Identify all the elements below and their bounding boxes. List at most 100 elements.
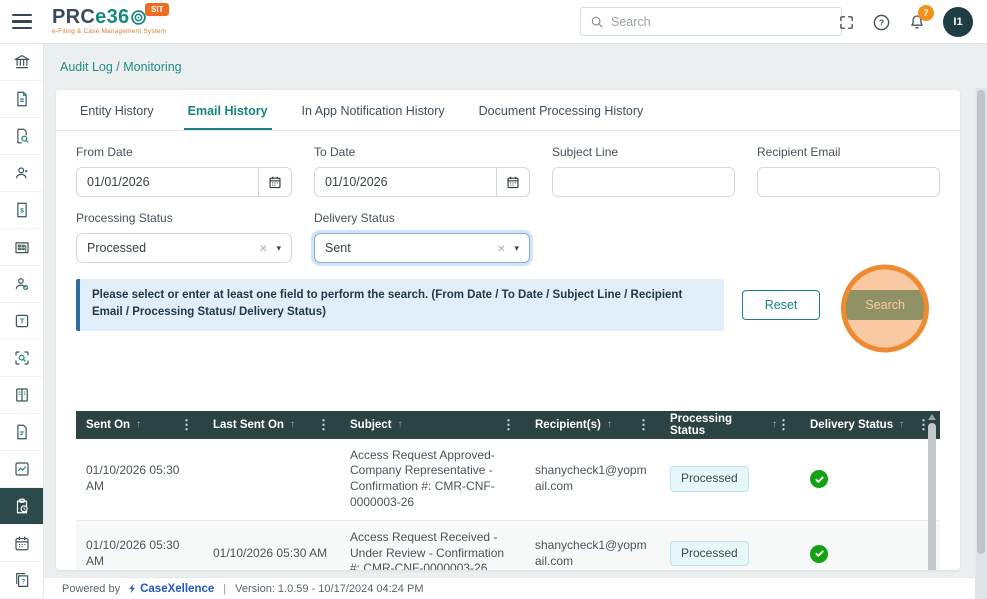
casexellence-brand: CaseXellence (140, 582, 215, 595)
processing-status-chip: Processed (670, 466, 749, 493)
sidebar-item-ledger[interactable] (0, 377, 43, 414)
document-icon (16, 91, 27, 107)
sidebar-item-templates[interactable]: T (0, 303, 43, 340)
sort-asc-icon[interactable]: ↑ (398, 419, 403, 430)
audit-log-card: Entity History Email History In App Noti… (56, 90, 960, 570)
to-date-label: To Date (314, 145, 356, 159)
notifications-bell-icon[interactable]: 7 (908, 5, 934, 31)
search-button[interactable]: Search (846, 289, 924, 320)
cell-subject: Access Request Approved- Company Represe… (350, 447, 495, 509)
col-delivery-status[interactable]: Delivery Status (810, 419, 893, 431)
svg-text:?: ? (879, 17, 884, 27)
version-text: Version: 1.0.59 - 10/17/2024 04:24 PM (235, 582, 424, 595)
organization-icon (14, 242, 29, 254)
invoice-icon: $ (16, 202, 27, 218)
sidebar-item-invoices[interactable]: $ (0, 192, 43, 229)
sidebar-item-user-verification[interactable] (0, 266, 43, 303)
column-menu-icon[interactable]: ⋮ (317, 417, 330, 433)
footer: Powered by CaseXellence | Version: 1.0.5… (44, 577, 975, 599)
sidebar-item-users[interactable] (0, 155, 43, 192)
col-subject[interactable]: Subject (350, 419, 392, 431)
processing-status-select[interactable]: Processed × ▾ (76, 233, 292, 263)
logo-tagline: e-Filing & Case Management System (52, 28, 167, 36)
from-date-calendar-icon[interactable] (258, 168, 291, 196)
audit-log-clipboard-clock-icon (16, 498, 28, 514)
header-actions: ? 7 I1 (838, 0, 973, 44)
user-avatar[interactable]: I1 (943, 7, 973, 37)
sidebar-item-scan-search[interactable] (0, 340, 43, 377)
table-body: 01/10/2026 05:30 AM Access Request Appro… (76, 438, 940, 570)
to-date-input[interactable] (315, 175, 496, 189)
sidebar-item-documents[interactable] (0, 81, 43, 118)
tab-document-processing-history[interactable]: Document Processing History (475, 90, 648, 130)
sidebar-item-help[interactable]: ? (0, 562, 43, 599)
tab-in-app-notification-history[interactable]: In App Notification History (298, 90, 449, 130)
col-recipients[interactable]: Recipient(s) (535, 419, 601, 431)
sort-asc-icon[interactable]: ↑ (607, 419, 612, 430)
sidebar-item-analytics[interactable] (0, 451, 43, 488)
sidebar-item-calendar[interactable] (0, 525, 43, 562)
logo-text-prc: PRC (52, 6, 96, 29)
svg-text:?: ? (21, 578, 25, 585)
delivery-status-select[interactable]: Sent × ▾ (314, 233, 530, 263)
top-header: PRC e36 e-Filing & Case Management System… (0, 0, 987, 44)
sidebar-item-audit-log[interactable] (0, 488, 43, 525)
users-icon (15, 167, 27, 179)
col-processing-status[interactable]: Processing Status (670, 413, 766, 437)
sidebar-item-organization[interactable] (0, 229, 43, 266)
sidebar-item-reports[interactable] (0, 414, 43, 451)
recipient-email-label: Recipient Email (757, 145, 841, 159)
delivery-sent-check-icon (810, 470, 828, 489)
info-alert: Please select or enter at least one fiel… (76, 279, 724, 331)
institution-icon (14, 55, 29, 69)
scan-search-icon (14, 351, 29, 365)
processing-status-label: Processing Status (76, 211, 173, 225)
help-icon[interactable]: ? (872, 13, 891, 32)
recipient-email-field: Recipient Email (757, 145, 940, 197)
column-menu-icon[interactable]: ⋮ (502, 417, 515, 433)
clear-icon[interactable]: × (497, 241, 505, 255)
search-input[interactable] (611, 14, 832, 29)
sort-asc-icon[interactable]: ↑ (136, 419, 141, 430)
subject-line-input[interactable] (553, 175, 734, 189)
column-menu-icon[interactable]: ⋮ (777, 417, 790, 433)
search-icon (591, 16, 603, 28)
chevron-down-icon[interactable]: ▾ (276, 243, 281, 254)
table-scrollbar[interactable] (928, 413, 936, 570)
sidebar-item-document-search[interactable] (0, 118, 43, 155)
cell-subject: Access Request Received - Under Review -… (350, 529, 505, 570)
to-date-calendar-icon[interactable] (496, 168, 529, 196)
tab-email-history[interactable]: Email History (183, 90, 272, 130)
global-search[interactable] (580, 7, 842, 36)
page-scrollbar-thumb[interactable] (977, 90, 985, 554)
analytics-chart-icon (14, 462, 29, 476)
cell-recipients: shanycheck1@yopmail.com (535, 463, 647, 494)
column-menu-icon[interactable]: ⋮ (180, 417, 193, 433)
clear-icon[interactable]: × (259, 241, 267, 255)
sidebar-item-institution[interactable] (0, 44, 43, 81)
col-last-sent-on[interactable]: Last Sent On (213, 419, 284, 431)
fullscreen-icon[interactable] (838, 14, 855, 31)
app-window: PRC e36 e-Filing & Case Management System… (0, 0, 987, 599)
processing-status-chip: Processed (670, 540, 749, 567)
help-document-icon: ? (15, 573, 28, 587)
sort-asc-icon[interactable]: ↑ (899, 419, 904, 430)
tab-entity-history[interactable]: Entity History (76, 90, 158, 130)
calendar-icon (14, 536, 29, 551)
scroll-up-arrow[interactable] (928, 413, 936, 420)
column-menu-icon[interactable]: ⋮ (637, 417, 650, 433)
recipient-email-input[interactable] (758, 175, 939, 189)
breadcrumb: Audit Log / Monitoring (60, 60, 182, 74)
processing-status-field: Processing Status Processed × ▾ (76, 211, 292, 263)
page-scrollbar[interactable] (975, 88, 987, 599)
user-verified-icon (15, 278, 28, 291)
table-scrollbar-thumb[interactable] (928, 422, 936, 570)
reset-button[interactable]: Reset (741, 289, 821, 320)
table-row[interactable]: 01/10/2026 05:30 AM Access Request Appro… (76, 438, 940, 521)
sort-asc-icon[interactable]: ↑ (290, 419, 295, 430)
col-sent-on[interactable]: Sent On (86, 419, 130, 431)
hamburger-menu-icon[interactable] (12, 13, 32, 30)
from-date-input[interactable] (77, 175, 258, 189)
chevron-down-icon[interactable]: ▾ (514, 243, 519, 254)
table-row[interactable]: 01/10/2026 05:30 AM 01/10/2026 05:30 AM … (76, 520, 940, 570)
